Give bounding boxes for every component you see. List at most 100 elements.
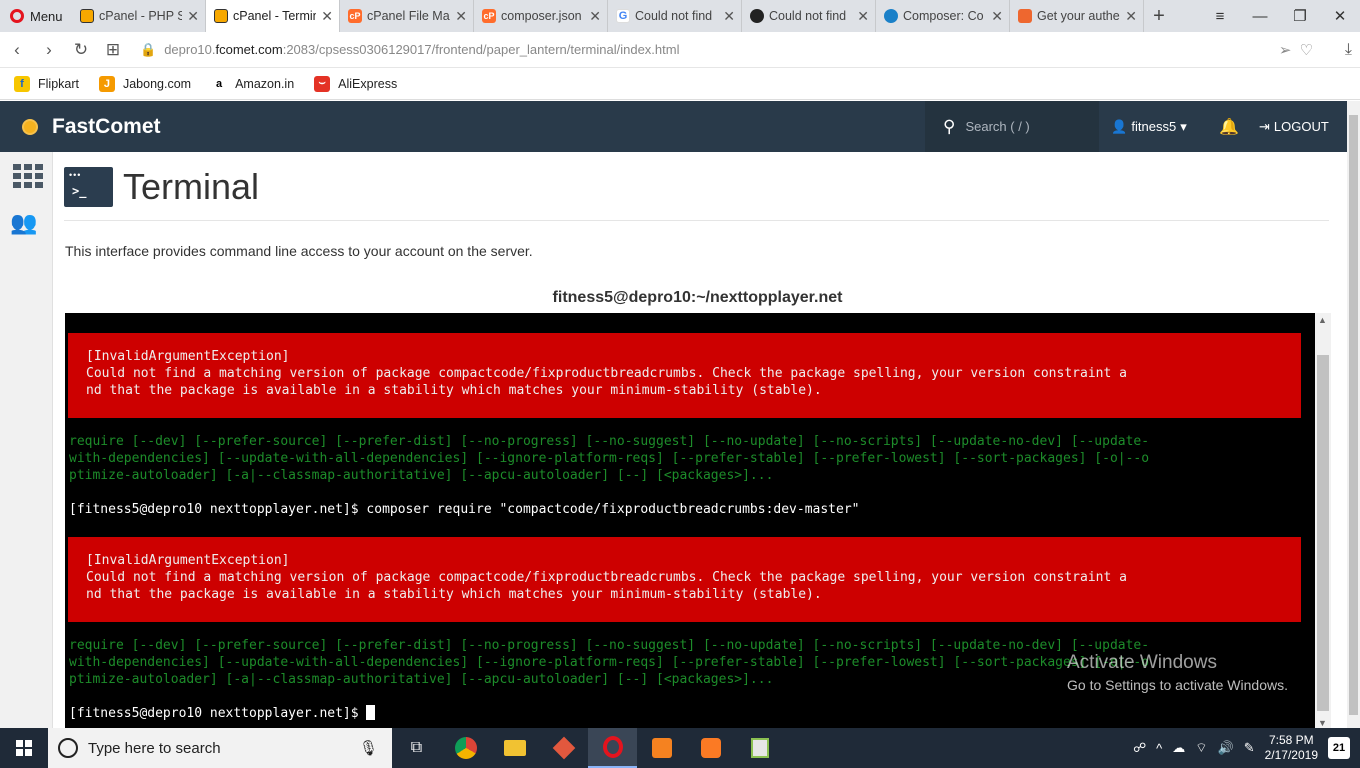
user-icon: 👤 — [1111, 118, 1128, 134]
opera-menu-button[interactable]: Menu — [0, 0, 72, 32]
usage-text: require [--dev] [--prefer-source] [--pre… — [69, 434, 1150, 483]
close-icon[interactable]: ✕ — [723, 8, 735, 25]
pen-icon[interactable]: ✎ — [1244, 740, 1255, 756]
cortana-icon — [58, 738, 78, 758]
url-field[interactable]: 🔒 depro10.fcomet.com:2083/cpsess03061290… — [140, 37, 1265, 63]
tab-google-search[interactable]: G Could not find ✕ — [608, 0, 742, 32]
chrome-icon[interactable] — [441, 728, 490, 768]
error-block: [InvalidArgumentException] Could not fin… — [68, 333, 1301, 418]
logout-button[interactable]: ⇥ LOGOUT — [1259, 119, 1347, 135]
clock-date: 2/17/2019 — [1264, 748, 1318, 762]
tab-menu-icon[interactable]: ≡ — [1200, 0, 1240, 32]
tab-github[interactable]: Could not find ✕ — [742, 0, 876, 32]
header-search-input[interactable]: ⚲ Search ( / ) — [925, 101, 1099, 152]
start-button[interactable] — [0, 728, 48, 768]
tab-label: composer.json — [501, 9, 582, 23]
gitkraken-icon[interactable] — [539, 728, 588, 768]
close-window-icon[interactable]: ✕ — [1320, 0, 1360, 32]
xampp-icon[interactable] — [686, 728, 735, 768]
menu-label: Menu — [30, 8, 63, 24]
download-icon[interactable]: ⤓ — [1345, 41, 1352, 59]
command-line: [fitness5@depro10 nexttopplayer.net]$ co… — [69, 502, 860, 517]
close-icon[interactable]: ✕ — [857, 8, 869, 25]
minimize-icon[interactable]: — — [1240, 0, 1280, 32]
task-view-icon[interactable]: ⧉ — [392, 728, 441, 768]
forward-icon[interactable]: › — [40, 40, 58, 60]
close-icon[interactable]: ✕ — [321, 8, 333, 25]
reload-icon[interactable]: ↻ — [72, 40, 90, 60]
bookmark-jabong[interactable]: J Jabong.com — [98, 75, 192, 92]
tab-cpanel-terminal[interactable]: cPanel - Termin ✕ — [206, 0, 340, 32]
notification-count: 21 — [1332, 742, 1346, 754]
taskbar-clock[interactable]: 7:58 PM 2/17/2019 — [1265, 733, 1318, 763]
url-host: fcomet.com — [215, 42, 283, 57]
close-icon[interactable]: ✕ — [1125, 8, 1137, 25]
bookmark-amazon[interactable]: a Amazon.in — [211, 75, 295, 92]
prompt-line[interactable]: [fitness5@depro10 nexttopplayer.net]$ — [69, 705, 376, 722]
logout-icon: ⇥ — [1259, 118, 1270, 134]
bookmark-label: Amazon.in — [235, 76, 295, 91]
scroll-down-icon[interactable]: ▼ — [1318, 718, 1327, 728]
terminal-cursor — [366, 705, 376, 720]
back-icon[interactable]: ‹ — [8, 40, 26, 60]
bookmark-flipkart[interactable]: f Flipkart — [14, 75, 79, 92]
jabong-icon: J — [98, 75, 115, 92]
page-scrollbar[interactable] — [1347, 101, 1360, 728]
tab-label: cPanel - Termin — [233, 9, 317, 23]
terminal-host-title: fitness5@depro10:~/nexttopplayer.net — [552, 289, 843, 306]
brand-logo-link[interactable]: FastComet — [0, 115, 161, 139]
windows-logo-icon — [16, 740, 32, 756]
fastcomet-logo-icon — [22, 118, 38, 135]
bookmark-label: Jabong.com — [122, 76, 192, 91]
scroll-up-icon[interactable]: ▲ — [1318, 315, 1327, 325]
users-icon[interactable]: 👥 — [10, 210, 37, 236]
tab-composer-json[interactable]: cP composer.json ✕ — [474, 0, 608, 32]
new-tab-button[interactable]: + — [1144, 0, 1174, 32]
user-menu-button[interactable]: 👤 fitness5 ▾ — [1099, 119, 1199, 135]
speed-dial-icon[interactable]: ⊞ — [104, 40, 122, 60]
taskbar-search-input[interactable]: Type here to search 🎙 — [48, 728, 392, 768]
grid-icon[interactable] — [13, 164, 43, 188]
username: fitness5 — [1131, 119, 1177, 134]
github-icon — [750, 9, 764, 23]
bell-icon: 🔔 — [1219, 118, 1239, 136]
send-icon[interactable]: ➢ — [1279, 41, 1292, 59]
lock-icon[interactable]: 🔒 — [140, 42, 156, 58]
taskbar-search-placeholder: Type here to search — [88, 739, 221, 757]
tab-label: Composer: Co — [903, 9, 984, 23]
google-icon: G — [616, 9, 630, 23]
chevron-up-icon[interactable]: ^ — [1156, 741, 1162, 756]
wifi-icon[interactable]: ⌔ — [1195, 740, 1207, 756]
bookmark-aliexpress[interactable]: ⌣ AliExpress — [314, 75, 397, 92]
opera-taskbar-icon[interactable] — [588, 728, 637, 768]
page-description: This interface provides command line acc… — [65, 243, 533, 259]
divider — [64, 220, 1329, 221]
error-block: [InvalidArgumentException] Could not fin… — [68, 537, 1301, 622]
prompt-text: [fitness5@depro10 nexttopplayer.net]$ — [69, 706, 367, 721]
sublime-text-icon[interactable] — [637, 728, 686, 768]
tab-cpanel-php[interactable]: cPanel - PHP S ✕ — [72, 0, 206, 32]
notifications-button[interactable]: 🔔 — [1199, 117, 1259, 137]
file-explorer-icon[interactable] — [490, 728, 539, 768]
people-icon[interactable]: ☍ — [1133, 740, 1146, 756]
volume-icon[interactable]: 🔊 — [1218, 740, 1234, 756]
close-icon[interactable]: ✕ — [589, 8, 601, 25]
heart-icon[interactable]: ♡ — [1299, 41, 1312, 59]
tab-cpanel-file-manager[interactable]: cP cPanel File Ma ✕ — [340, 0, 474, 32]
close-icon[interactable]: ✕ — [455, 8, 467, 25]
tab-magento[interactable]: Get your authe ✕ — [1010, 0, 1144, 32]
search-placeholder: Search ( / ) — [965, 119, 1030, 134]
close-icon[interactable]: ✕ — [991, 8, 1003, 25]
terminal-scrollbar[interactable]: ▲ ▼ — [1315, 313, 1331, 728]
network-status-icon[interactable]: ☁ — [1172, 740, 1185, 756]
scrollbar-thumb[interactable] — [1317, 355, 1329, 711]
bookmarks-bar: f Flipkart J Jabong.com a Amazon.in ⌣ Al… — [0, 68, 1360, 100]
scrollbar-thumb[interactable] — [1349, 115, 1358, 715]
notification-center-icon[interactable]: 21 — [1328, 737, 1350, 759]
close-icon[interactable]: ✕ — [187, 8, 199, 25]
tab-drupal[interactable]: Composer: Co ✕ — [876, 0, 1010, 32]
magento-icon — [1018, 9, 1032, 23]
restore-icon[interactable]: ❐ — [1280, 0, 1320, 32]
notepad-plus-icon[interactable] — [735, 728, 784, 768]
microphone-icon[interactable]: 🎙 — [359, 739, 378, 757]
